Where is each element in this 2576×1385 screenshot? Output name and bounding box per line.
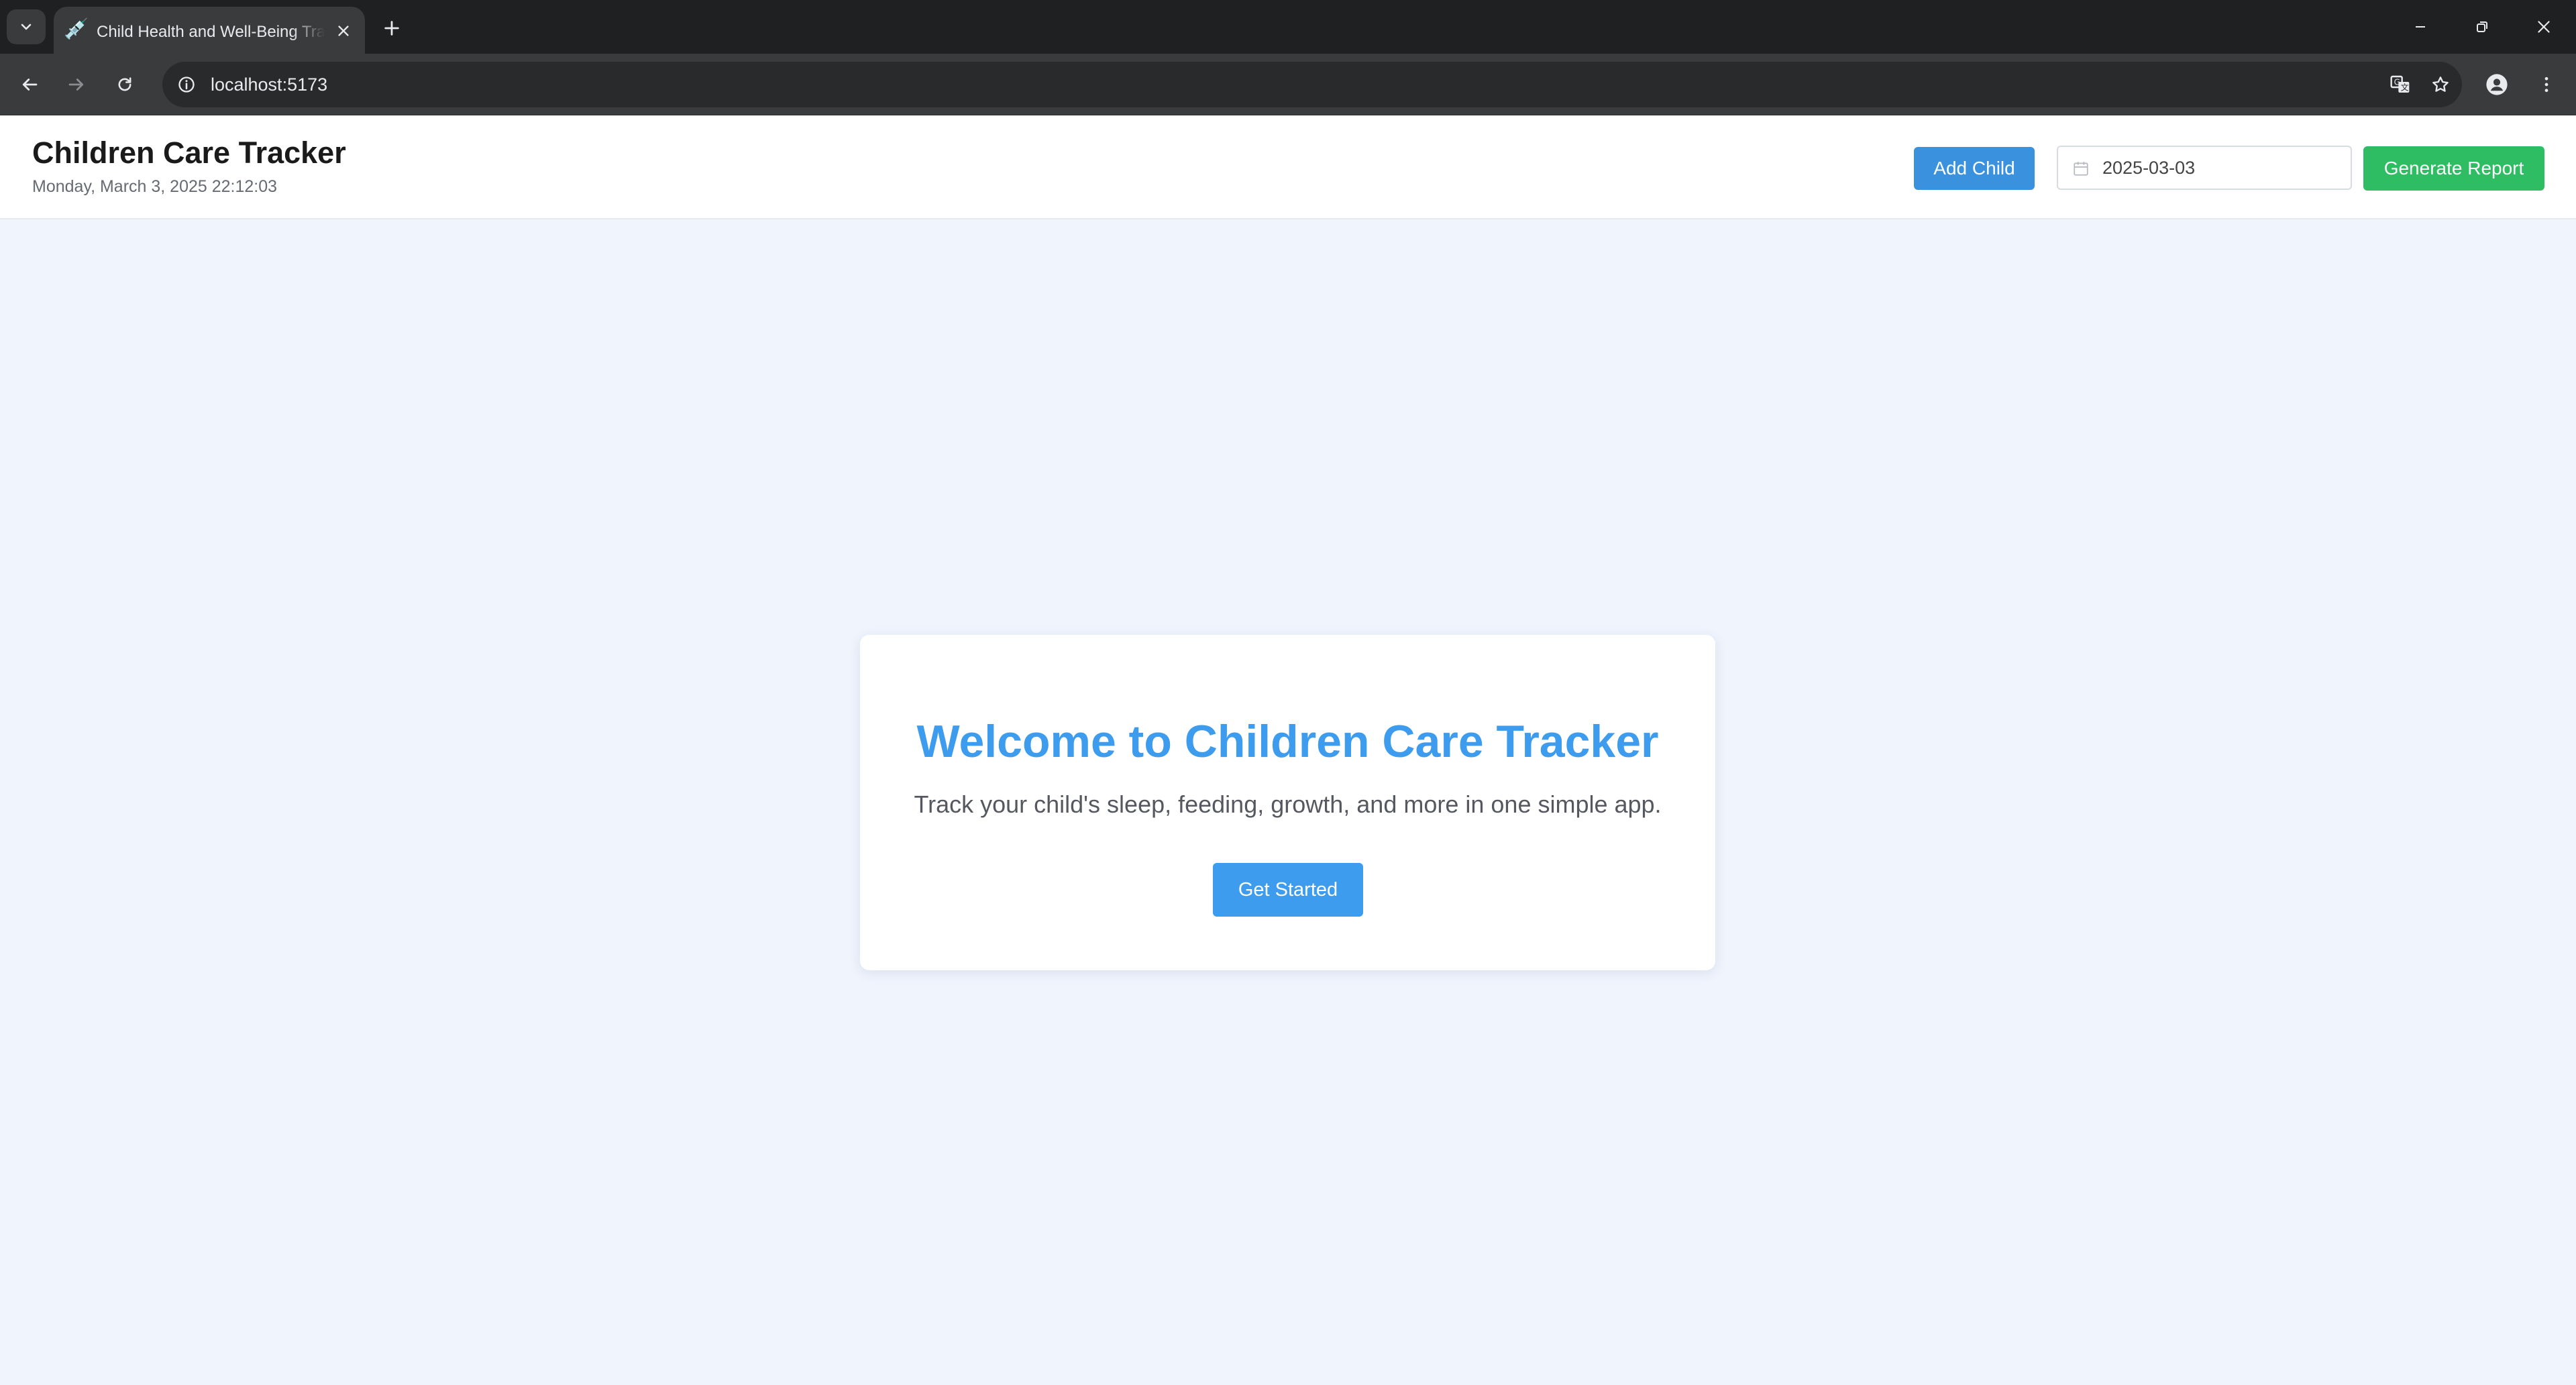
tab-close-button[interactable]	[331, 19, 356, 43]
reload-icon	[118, 77, 131, 91]
get-started-button[interactable]: Get Started	[1213, 863, 1363, 917]
chevron-down-icon	[21, 23, 32, 30]
app-title: Children Care Tracker	[32, 136, 346, 170]
window-close-button[interactable]	[2517, 7, 2571, 47]
plus-icon	[384, 21, 399, 36]
report-date-value: 2025-03-03	[2102, 158, 2196, 178]
current-datetime: Monday, March 3, 2025 22:12:03	[32, 177, 278, 196]
browser-tabstrip: 💉 Child Health and Well-Being Tracker	[0, 0, 2576, 54]
person-icon	[2486, 74, 2508, 95]
generate-report-button[interactable]: Generate Report	[2363, 146, 2544, 191]
window-minimize-button[interactable]	[2394, 7, 2447, 47]
info-icon	[178, 76, 195, 93]
browser-tab-active[interactable]: 💉 Child Health and Well-Being Tracker	[54, 7, 365, 54]
arrow-left-icon	[22, 79, 38, 91]
tab-search-button[interactable]	[7, 9, 46, 44]
browser-menu-button[interactable]	[2529, 67, 2564, 102]
back-button[interactable]	[12, 67, 47, 102]
new-tab-button[interactable]	[377, 13, 407, 43]
svg-text:文: 文	[2401, 83, 2409, 93]
star-icon	[2432, 76, 2449, 92]
address-bar[interactable]: localhost:5173 G文	[162, 62, 2462, 107]
reload-button[interactable]	[107, 67, 142, 102]
welcome-title: Welcome to Children Care Tracker	[916, 716, 1659, 767]
address-url: localhost:5173	[211, 74, 328, 95]
add-child-button[interactable]: Add Child	[1914, 147, 2035, 190]
translate-icon: G文	[2390, 75, 2410, 93]
bookmark-button[interactable]	[2426, 70, 2455, 99]
minimize-icon	[2416, 26, 2425, 28]
arrow-right-icon	[68, 79, 84, 91]
tab-title: Child Health and Well-Being Tracker	[97, 23, 325, 41]
window-restore-button[interactable]	[2455, 7, 2509, 47]
close-icon	[2538, 21, 2550, 33]
close-icon	[338, 25, 349, 36]
forward-button[interactable]	[59, 67, 94, 102]
welcome-card: Welcome to Children Care Tracker Track y…	[860, 635, 1715, 970]
syringe-icon: 💉	[64, 18, 89, 40]
report-date-input[interactable]: 2025-03-03	[2057, 146, 2352, 190]
profile-button[interactable]	[2479, 67, 2514, 102]
site-info-button[interactable]	[172, 70, 201, 99]
calendar-icon[interactable]	[2072, 159, 2090, 178]
restore-icon	[2477, 21, 2487, 32]
welcome-subtitle: Track your child's sleep, feeding, growt…	[914, 790, 1662, 818]
app-header: Children Care Tracker Monday, March 3, 2…	[0, 115, 2576, 219]
kebab-menu-icon	[2544, 76, 2548, 93]
translate-button[interactable]: G文	[2385, 70, 2415, 99]
browser-toolbar: localhost:5173 G文	[0, 54, 2576, 115]
calendar-icon-svg	[2074, 162, 2088, 176]
